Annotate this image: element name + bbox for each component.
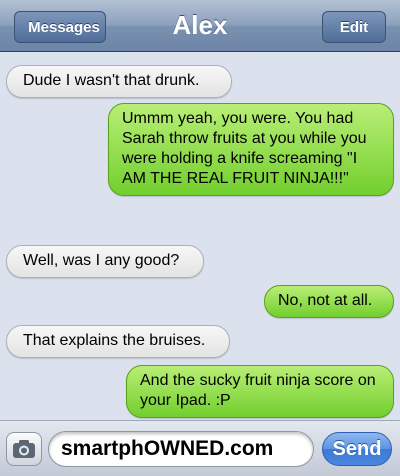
camera-button[interactable] [6,432,42,466]
outgoing-message: And the sucky fruit ninja score on your … [126,365,394,418]
camera-icon [13,440,35,458]
message-thread[interactable]: Dude I wasn't that drunk. Ummm yeah, you… [0,53,400,419]
outgoing-message: No, not at all. [264,285,394,318]
nav-bar: Messages Alex Edit [0,0,400,52]
edit-button[interactable]: Edit [322,11,386,43]
message-input[interactable]: smartphOWNED.com [48,431,314,467]
send-button[interactable]: Send [322,432,392,466]
compose-bar: smartphOWNED.com Send [0,420,400,476]
incoming-message: That explains the bruises. [6,325,230,358]
outgoing-message: Ummm yeah, you were. You had Sarah throw… [108,103,394,196]
incoming-message: Well, was I any good? [6,245,204,278]
send-button-label: Send [332,437,382,460]
edit-button-label: Edit [339,18,369,36]
incoming-message: Dude I wasn't that drunk. [6,65,232,98]
